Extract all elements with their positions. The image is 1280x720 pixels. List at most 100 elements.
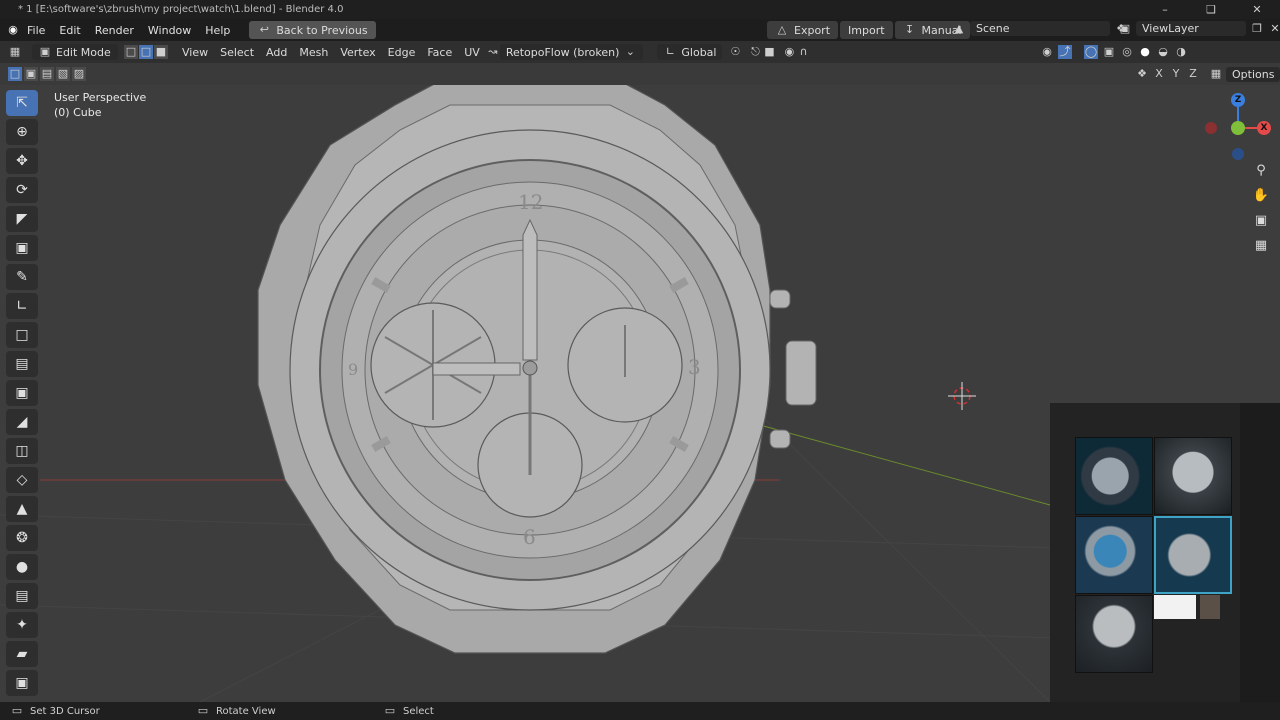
pan-hand-icon[interactable]: ✋ — [1250, 185, 1272, 207]
menu-view[interactable]: View — [176, 46, 214, 59]
falloff-icon[interactable]: ∩ — [796, 45, 810, 59]
3d-cursor-icon[interactable] — [948, 382, 976, 410]
options-icon[interactable]: ▦ — [1209, 67, 1223, 81]
menu-file[interactable]: File — [20, 24, 52, 37]
menu-vertex[interactable]: Vertex — [334, 46, 381, 59]
import-button[interactable]: Import — [840, 21, 893, 39]
gizmo-x-axis[interactable]: X — [1257, 121, 1271, 135]
blender-logo-icon[interactable]: ◉ — [6, 23, 20, 37]
wireframe-shading-icon[interactable]: ◎ — [1120, 45, 1134, 59]
minimize-icon[interactable]: – — [1142, 0, 1188, 19]
viewlayer-field[interactable]: ViewLayer — [1136, 21, 1246, 36]
visibility-icon[interactable]: ◉ — [1040, 45, 1054, 59]
reference-image-3[interactable] — [1075, 516, 1153, 594]
vertex-select-icon[interactable]: □ — [124, 45, 138, 59]
axis-x-toggle[interactable]: X — [1152, 67, 1166, 81]
snap-icon[interactable]: ⎋ — [748, 45, 762, 59]
scale-icon[interactable]: ◤ — [6, 206, 38, 232]
mode-dropdown[interactable]: ▣ Edit Mode — [32, 44, 118, 60]
reference-sketch-thumb[interactable] — [1154, 595, 1196, 619]
axis-y-toggle[interactable]: Y — [1169, 67, 1183, 81]
knife-icon[interactable]: ◇ — [6, 467, 38, 493]
menu-select[interactable]: Select — [214, 46, 260, 59]
menu-window[interactable]: Window — [141, 24, 198, 37]
menu-render[interactable]: Render — [88, 24, 141, 37]
orientation-dropdown[interactable]: ∟ Global — [657, 44, 723, 60]
snap-target-icon[interactable]: ■ — [762, 45, 776, 59]
reference-image-2[interactable] — [1154, 437, 1232, 515]
options-dropdown[interactable]: Options — [1226, 66, 1280, 82]
select-subtract-icon[interactable]: ▤ — [40, 67, 54, 81]
rotate-icon[interactable]: ⟳ — [6, 177, 38, 203]
transform-icon[interactable]: ▣ — [6, 235, 38, 261]
gizmo-toggle-icon[interactable]: ⤴ — [1058, 45, 1072, 59]
menu-face[interactable]: Face — [421, 46, 458, 59]
poly-build-icon[interactable]: ▲ — [6, 496, 38, 522]
navigation-gizmo[interactable]: Z X — [1196, 90, 1280, 170]
extrude-icon[interactable]: ▤ — [6, 351, 38, 377]
annotate-icon[interactable]: ✎ — [6, 264, 38, 290]
proportional-edit-icon[interactable]: ◉ — [782, 45, 796, 59]
grid-view-icon[interactable]: ▦ — [1250, 235, 1272, 257]
gizmo-z-axis[interactable]: Z — [1231, 93, 1245, 107]
menu-help[interactable]: Help — [198, 24, 237, 37]
edge-slide-icon[interactable]: ▤ — [6, 583, 38, 609]
back-to-previous-button[interactable]: ↩ Back to Previous — [249, 21, 376, 39]
menu-mesh[interactable]: Mesh — [293, 46, 334, 59]
close-icon[interactable]: ✕ — [1234, 0, 1280, 19]
reference-small-thumb[interactable] — [1200, 595, 1220, 619]
retopoflow-dropdown[interactable]: RetopoFlow (broken) ⌄ — [499, 44, 644, 60]
camera-icon[interactable]: ▣ — [1250, 210, 1272, 232]
tool-shelf: ⇱ ⊕ ✥ ⟳ ◤ ▣ ✎ ∟ □ ▤ ▣ ◢ ◫ ◇ ▲ ❂ ● ▤ ✦ ▰ … — [6, 90, 40, 696]
select-box-icon[interactable]: ⇱ — [6, 90, 38, 116]
menu-uv[interactable]: UV — [458, 46, 486, 59]
scene-field[interactable]: Scene — [970, 21, 1110, 36]
reference-image-5[interactable] — [1075, 595, 1153, 673]
zoom-icon[interactable]: ⚲ — [1250, 160, 1272, 182]
menu-edge[interactable]: Edge — [382, 46, 422, 59]
select-intersect-icon[interactable]: ▨ — [72, 67, 86, 81]
viewport-info: User Perspective (0) Cube — [54, 90, 146, 120]
axis-z-toggle[interactable]: Z — [1186, 67, 1200, 81]
mirror-icon[interactable]: ❖ — [1135, 67, 1149, 81]
smooth-icon[interactable]: ● — [6, 554, 38, 580]
material-shading-icon[interactable]: ◒ — [1156, 45, 1170, 59]
remove-layer-icon[interactable]: ✕ — [1268, 22, 1280, 36]
add-cube-icon[interactable]: □ — [6, 322, 38, 348]
solid-shading-icon[interactable]: ● — [1138, 45, 1152, 59]
loop-cut-icon[interactable]: ◫ — [6, 438, 38, 464]
move-icon[interactable]: ✥ — [6, 148, 38, 174]
select-new-icon[interactable]: □ — [8, 67, 22, 81]
menu-add[interactable]: Add — [260, 46, 293, 59]
options-label: Options — [1232, 67, 1275, 81]
sub-header: □ ▣ ▤ ▧ ▨ ❖ X Y Z ▦ Options — [0, 63, 1280, 85]
pivot-icon[interactable]: ☉ — [728, 45, 742, 59]
export-button[interactable]: △ Export — [767, 21, 839, 39]
viewlayer-icon[interactable]: ▣ — [1118, 22, 1132, 36]
select-extend-icon[interactable]: ▣ — [24, 67, 38, 81]
overlay-toggle-icon[interactable]: ◯ — [1084, 45, 1098, 59]
cursor-tool-icon[interactable]: ⊕ — [6, 119, 38, 145]
inset-icon[interactable]: ▣ — [6, 380, 38, 406]
measure-icon[interactable]: ∟ — [6, 293, 38, 319]
editor-type-icon[interactable]: ▦ — [8, 45, 22, 59]
shear-icon[interactable]: ▰ — [6, 641, 38, 667]
reference-image-panel[interactable] — [1050, 403, 1280, 702]
face-select-icon[interactable]: ■ — [154, 45, 168, 59]
reference-image-1[interactable] — [1075, 437, 1153, 515]
rendered-shading-icon[interactable]: ◑ — [1174, 45, 1188, 59]
bevel-icon[interactable]: ◢ — [6, 409, 38, 435]
spin-icon[interactable]: ❂ — [6, 525, 38, 551]
maximize-icon[interactable]: ❑ — [1188, 0, 1234, 19]
shrink-fatten-icon[interactable]: ✦ — [6, 612, 38, 638]
scene-icon[interactable]: ▲ — [952, 22, 966, 36]
menu-edit[interactable]: Edit — [52, 24, 87, 37]
rip-region-icon[interactable]: ▣ — [6, 670, 38, 696]
retopoflow-icon[interactable]: ↝ — [486, 45, 500, 59]
select-invert-icon[interactable]: ▧ — [56, 67, 70, 81]
xray-icon[interactable]: ▣ — [1102, 45, 1116, 59]
new-layer-icon[interactable]: ❐ — [1250, 22, 1264, 36]
edge-select-icon[interactable]: □ — [139, 45, 153, 59]
orientation-icon: ∟ — [665, 45, 675, 58]
reference-image-4-selected[interactable] — [1154, 516, 1232, 594]
